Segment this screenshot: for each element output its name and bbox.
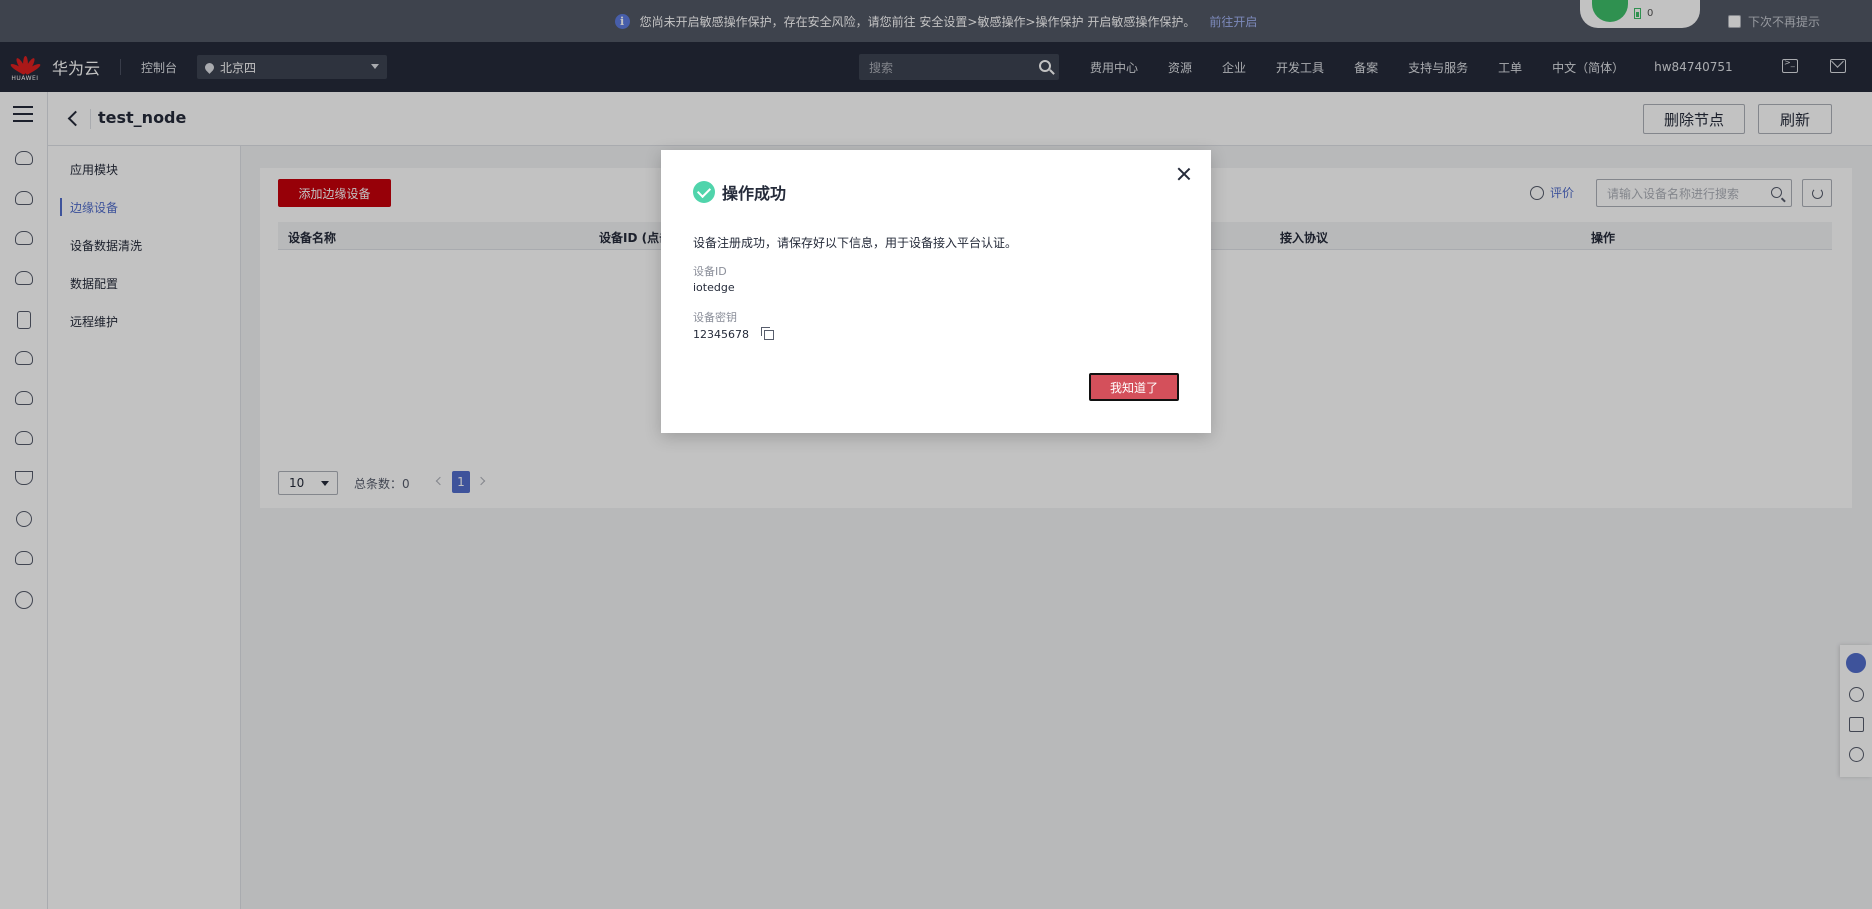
modal-overlay[interactable] <box>0 0 1872 909</box>
device-secret-label: 设备密钥 <box>693 311 737 324</box>
device-id-value: iotedge <box>693 281 735 294</box>
success-dialog: 操作成功 设备注册成功，请保存好以下信息，用于设备接入平台认证。 设备ID io… <box>661 150 1211 433</box>
got-it-button[interactable]: 我知道了 <box>1089 373 1179 401</box>
dialog-message: 设备注册成功，请保存好以下信息，用于设备接入平台认证。 <box>693 236 1018 250</box>
dialog-title: 操作成功 <box>722 184 787 203</box>
success-check-icon <box>693 181 715 203</box>
copy-icon[interactable] <box>761 327 774 340</box>
device-secret-value: 12345678 <box>693 328 749 341</box>
close-icon[interactable] <box>1177 167 1191 181</box>
device-id-label: 设备ID <box>693 265 727 278</box>
